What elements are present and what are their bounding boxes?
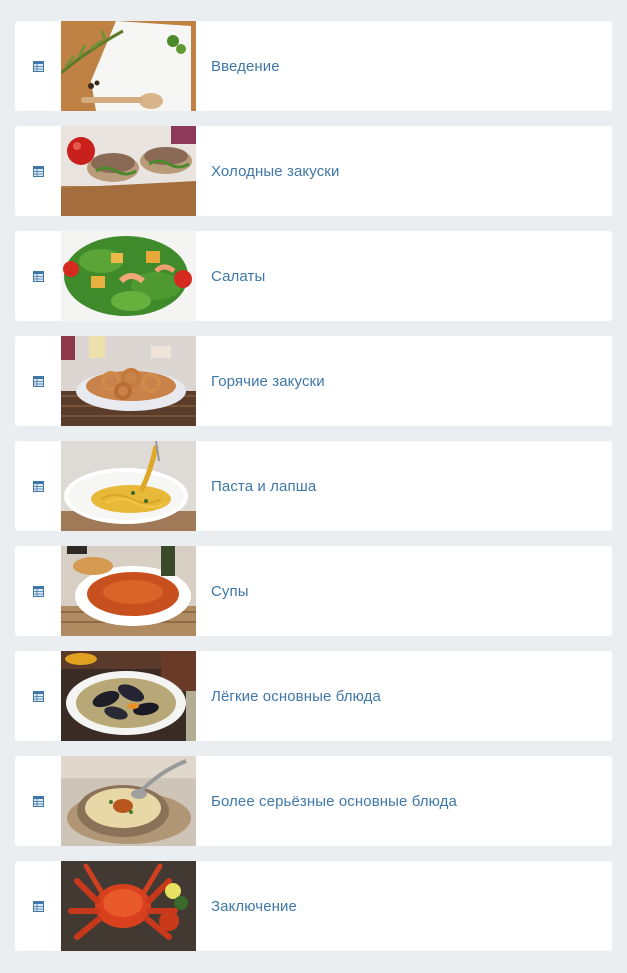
chapter-label: Горячие закуски [211,372,325,390]
chapter-item[interactable]: Паста и лапша [15,441,612,531]
chapter-item[interactable]: Горячие закуски [15,336,612,426]
list-icon [15,651,61,741]
list-icon [15,861,61,951]
pasta-photo [61,441,196,531]
list-icon [15,441,61,531]
list-icon [15,21,61,111]
chapter-label: Введение [211,57,280,75]
chapter-label: Салаты [211,267,266,285]
chapter-label: Более серьёзные основные блюда [211,792,457,810]
chapter-item[interactable]: Холодные закуски [15,126,612,216]
crab-photo [61,861,196,951]
chapter-item[interactable]: Введение [15,21,612,111]
soup-photo [61,546,196,636]
chapter-item[interactable]: Лёгкие основные блюда [15,651,612,741]
fried-calamari-photo [61,336,196,426]
cold-appetizers-photo [61,126,196,216]
salad-photo [61,231,196,321]
herbs-and-spoon-photo [61,21,196,111]
mussels-photo [61,651,196,741]
list-icon [15,756,61,846]
chapter-label: Паста и лапша [211,477,317,495]
list-icon [15,126,61,216]
chapter-list: Введение Холодные закуски Салаты Горячие… [15,21,612,966]
list-icon [15,336,61,426]
chapter-item[interactable]: Салаты [15,231,612,321]
chapter-label: Заключение [211,897,297,915]
chapter-label: Лёгкие основные блюда [211,687,381,705]
list-icon [15,546,61,636]
chapter-item[interactable]: Супы [15,546,612,636]
chapter-item[interactable]: Заключение [15,861,612,951]
chapter-label: Супы [211,582,249,600]
list-icon [15,231,61,321]
chapter-item[interactable]: Более серьёзные основные блюда [15,756,612,846]
chapter-label: Холодные закуски [211,162,340,180]
cream-soup-photo [61,756,196,846]
